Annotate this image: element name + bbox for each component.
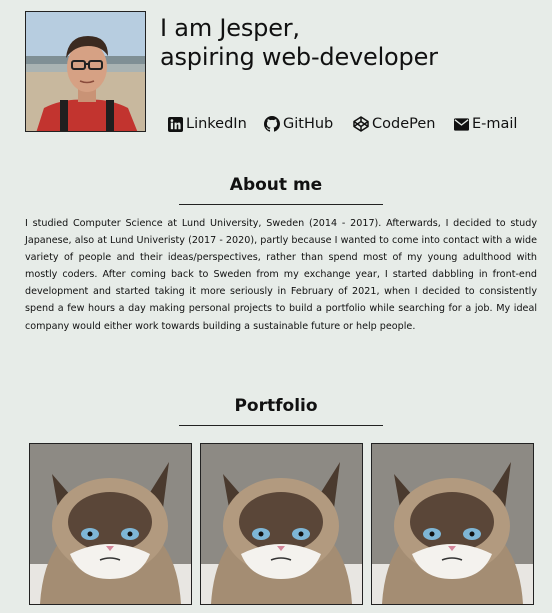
headline-line-1: I am Jesper, xyxy=(160,14,300,42)
cat-image xyxy=(372,444,533,604)
portfolio-grid xyxy=(29,443,534,605)
about-text: I studied Computer Science at Lund Unive… xyxy=(25,218,537,332)
portfolio-divider xyxy=(179,425,383,426)
linkedin-label: LinkedIn xyxy=(186,116,247,132)
cat-image xyxy=(201,444,362,604)
github-link[interactable]: GitHub xyxy=(264,114,333,134)
envelope-icon xyxy=(454,117,469,131)
portfolio-item[interactable] xyxy=(29,443,192,605)
portfolio-heading: Portfolio xyxy=(234,396,318,416)
cat-image xyxy=(30,444,191,604)
profile-header: I am Jesper, aspiring web-developer Link… xyxy=(0,0,552,150)
email-label: E-mail xyxy=(472,116,518,132)
codepen-link[interactable]: CodePen xyxy=(353,114,435,134)
linkedin-icon xyxy=(168,116,183,132)
github-icon xyxy=(264,116,280,132)
about-heading: About me xyxy=(229,175,323,195)
page-title: I am Jesper, aspiring web-developer xyxy=(160,14,438,72)
codepen-label: CodePen xyxy=(372,116,436,132)
linkedin-link[interactable]: LinkedIn xyxy=(168,114,247,134)
email-link[interactable]: E-mail xyxy=(454,114,517,134)
github-label: GitHub xyxy=(283,116,334,132)
portfolio-item[interactable] xyxy=(371,443,534,605)
codepen-icon xyxy=(353,116,369,132)
profile-avatar xyxy=(25,11,146,132)
portfolio-item[interactable] xyxy=(200,443,363,605)
headline-line-2: aspiring web-developer xyxy=(160,43,438,71)
about-divider xyxy=(179,204,383,205)
